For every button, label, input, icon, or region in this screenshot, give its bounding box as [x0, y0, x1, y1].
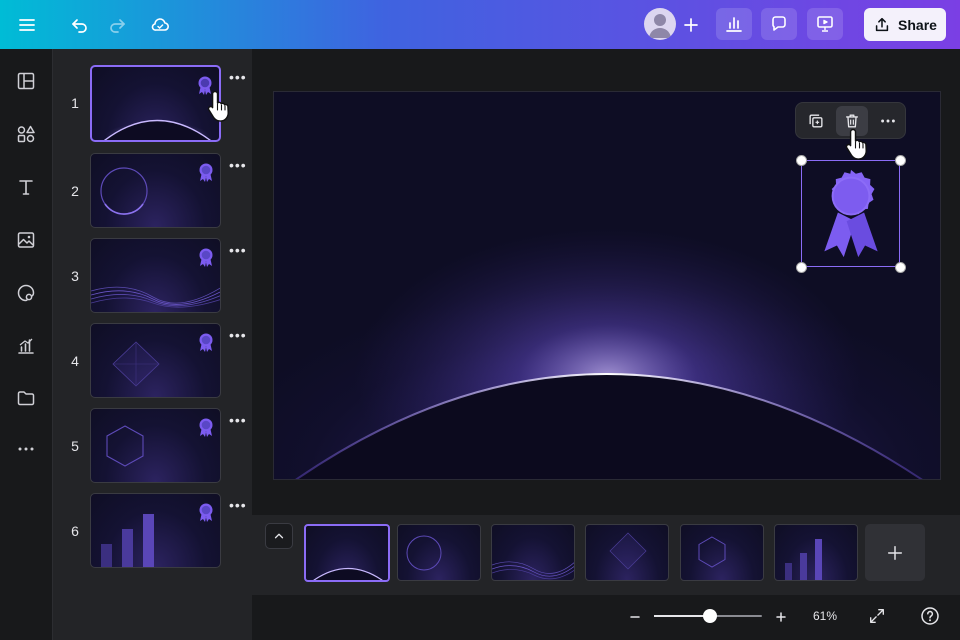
slide-more-button[interactable]: ••• — [229, 69, 247, 85]
collapse-strip-button[interactable] — [265, 523, 293, 549]
share-label: Share — [898, 16, 937, 33]
duplicate-button[interactable] — [800, 106, 832, 136]
slide-thumbnail[interactable] — [90, 408, 221, 483]
resize-handle[interactable] — [796, 155, 807, 166]
elements-icon[interactable] — [14, 122, 38, 146]
plus-icon — [887, 545, 903, 560]
page-thumbnail-1[interactable] — [304, 524, 390, 582]
hand-cursor-icon — [207, 90, 229, 122]
badge-icon — [199, 418, 213, 437]
duplicate-icon — [809, 113, 823, 128]
slide-thumbnail[interactable] — [90, 323, 221, 398]
slide-more-button[interactable]: ••• — [229, 412, 247, 428]
waves-graphic — [492, 561, 574, 580]
slide-more-button[interactable]: ••• — [229, 497, 247, 513]
avatar-icon[interactable] — [644, 8, 676, 40]
page-thumbnail-5[interactable] — [680, 524, 764, 581]
share-icon — [875, 17, 889, 31]
help-icon[interactable] — [920, 606, 940, 626]
slides-panel: 1 ••• 2 ••• 3 ••• 4 ••• 5 ••• 6 ••• — [52, 49, 252, 640]
slide-number: 1 — [71, 95, 79, 111]
slide-number: 3 — [71, 268, 79, 284]
comment-icon[interactable] — [761, 8, 797, 40]
design-canvas[interactable] — [273, 91, 941, 480]
slide-number: 4 — [71, 353, 79, 369]
slide-thumbnail[interactable] — [90, 153, 221, 228]
resize-handle[interactable] — [895, 262, 906, 273]
slide-thumbnail[interactable] — [90, 65, 221, 142]
more-icon — [881, 119, 895, 122]
text-icon[interactable] — [14, 175, 38, 199]
layout-icon[interactable] — [14, 69, 38, 93]
hexagon-graphic — [698, 536, 726, 568]
badge-icon — [199, 163, 213, 182]
circle-graphic — [406, 535, 442, 571]
slide-row-3[interactable]: 3 ••• — [53, 238, 253, 313]
zoom-level[interactable]: 61% — [805, 609, 845, 623]
charts-icon[interactable] — [14, 334, 38, 358]
footer-bar — [252, 595, 960, 640]
present-icon[interactable] — [807, 8, 843, 40]
resize-handle[interactable] — [895, 155, 906, 166]
slide-number: 6 — [71, 523, 79, 539]
slide-more-button[interactable]: ••• — [229, 157, 247, 173]
arc-graphic — [274, 92, 940, 479]
slide-thumbnail[interactable] — [90, 493, 221, 568]
share-button[interactable]: Share — [864, 8, 946, 41]
slide-thumbnail[interactable] — [90, 238, 221, 313]
resize-handle[interactable] — [796, 262, 807, 273]
chevron-up-icon — [274, 533, 284, 539]
slide-more-button[interactable]: ••• — [229, 242, 247, 258]
menu-icon[interactable] — [11, 9, 43, 41]
slide-number: 2 — [71, 183, 79, 199]
slide-row-5[interactable]: 5 ••• — [53, 408, 253, 483]
plus-icon[interactable] — [675, 9, 707, 41]
diamond-graphic — [609, 532, 647, 570]
hand-cursor-icon — [845, 128, 867, 160]
page-thumbnail-3[interactable] — [491, 524, 575, 581]
fullscreen-icon[interactable] — [868, 607, 886, 625]
redo-icon[interactable] — [101, 9, 133, 41]
slide-number: 5 — [71, 438, 79, 454]
add-page-button[interactable] — [865, 524, 925, 581]
photo-icon[interactable] — [14, 228, 38, 252]
badge-icon — [199, 248, 213, 267]
analytics-icon[interactable] — [716, 8, 752, 40]
badge-icon — [199, 503, 213, 522]
cloud-icon[interactable] — [144, 9, 176, 41]
undo-icon[interactable] — [64, 9, 96, 41]
slide-more-button[interactable]: ••• — [229, 327, 247, 343]
slide-row-2[interactable]: 2 ••• — [53, 153, 253, 228]
zoom-in-icon[interactable] — [774, 610, 788, 624]
zoom-slider-fill — [654, 615, 711, 617]
more-icon[interactable] — [14, 437, 38, 461]
page-thumbnail-2[interactable] — [397, 524, 481, 581]
badge-icon — [199, 333, 213, 352]
zoom-out-icon[interactable] — [628, 610, 642, 624]
bars-graphic — [785, 539, 822, 580]
brand-icon[interactable] — [14, 281, 38, 305]
arc-graphic — [313, 567, 383, 580]
badge-icon — [824, 169, 878, 258]
page-thumbnail-4[interactable] — [585, 524, 669, 581]
folder-icon[interactable] — [14, 386, 38, 410]
slide-row-4[interactable]: 4 ••• — [53, 323, 253, 398]
page-thumbnail-6[interactable] — [774, 524, 858, 581]
slide-row-6[interactable]: 6 ••• — [53, 493, 253, 568]
selected-badge-element[interactable] — [801, 160, 900, 267]
